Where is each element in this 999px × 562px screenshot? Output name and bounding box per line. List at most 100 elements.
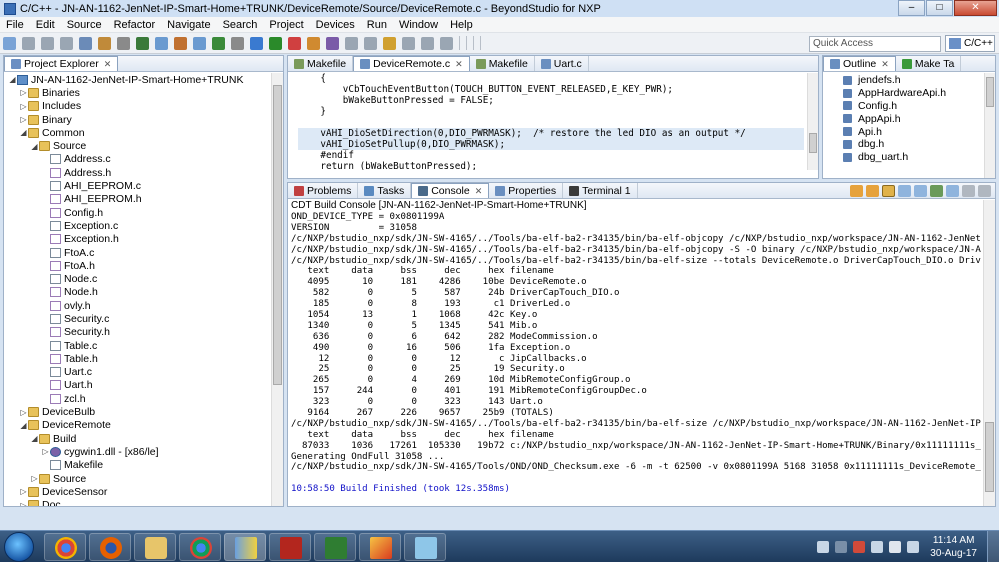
tree-item[interactable]: AHI_EEPROM.h <box>4 193 271 206</box>
save-all-icon[interactable] <box>41 36 54 50</box>
taskbar-explorer[interactable] <box>134 533 176 561</box>
tab-makefile[interactable]: Makefile <box>288 56 354 71</box>
tree-item[interactable]: ▷ Source <box>4 472 271 485</box>
tray-network-icon[interactable] <box>871 541 884 553</box>
tree-item[interactable]: Makefile <box>4 459 271 472</box>
tree-item[interactable]: FtoA.h <box>4 259 271 272</box>
word-wrap-icon[interactable] <box>882 185 895 197</box>
start-button[interactable] <box>4 532 34 562</box>
next-annotation-icon[interactable] <box>364 36 377 50</box>
close-button[interactable]: ✕ <box>954 0 997 16</box>
display-console-icon[interactable] <box>930 185 943 197</box>
expanded-arrow-icon[interactable]: ◢ <box>19 128 28 137</box>
clear-console-icon[interactable] <box>898 185 911 197</box>
new-console-icon[interactable] <box>946 185 959 197</box>
menu-item-project[interactable]: Project <box>263 19 309 31</box>
close-icon[interactable]: ✕ <box>881 59 889 70</box>
maximize-button[interactable]: □ <box>926 0 953 16</box>
tree-item[interactable]: ◢ JN-AN-1162-JenNet-IP-Smart-Home+TRUNK <box>4 73 271 86</box>
tab-problems[interactable]: Problems <box>288 183 359 198</box>
tree-item[interactable]: Uart.h <box>4 379 271 392</box>
save-icon[interactable] <box>22 36 35 50</box>
run-icon[interactable] <box>269 36 282 50</box>
collapsed-arrow-icon[interactable]: ▷ <box>19 88 28 97</box>
annotation-icon[interactable] <box>345 36 358 50</box>
menu-item-navigate[interactable]: Navigate <box>161 19 216 31</box>
tree-item[interactable]: Uart.c <box>4 366 271 379</box>
console-output[interactable]: OND_DEVICE_TYPE = 0x0801199A VERSION = 31… <box>291 212 981 506</box>
pin-editor-icon[interactable] <box>440 36 453 50</box>
outline-item[interactable]: jendefs.h <box>823 74 983 87</box>
new-folder-icon[interactable] <box>174 36 187 50</box>
tree-item[interactable]: Security.c <box>4 312 271 325</box>
menu-item-source[interactable]: Source <box>61 19 108 31</box>
menu-item-run[interactable]: Run <box>361 19 393 31</box>
print-icon[interactable] <box>60 36 73 50</box>
open-type-icon[interactable] <box>326 36 339 50</box>
tab-uart-c[interactable]: Uart.c <box>535 56 589 71</box>
code-editor[interactable]: { vCbTouchEventButton(TOUCH_BUTTON_EVENT… <box>298 73 804 170</box>
menu-item-edit[interactable]: Edit <box>30 19 61 31</box>
clock[interactable]: 11:14 AM 30-Aug-17 <box>930 534 977 560</box>
tree-item[interactable]: Table.h <box>4 352 271 365</box>
taskbar-acrobat[interactable] <box>269 533 311 561</box>
debug-config-icon[interactable] <box>231 36 244 50</box>
minimize-view-icon[interactable] <box>962 185 975 197</box>
tray-arrow-icon[interactable] <box>817 541 830 553</box>
tree-item[interactable]: Config.h <box>4 206 271 219</box>
tree-item[interactable]: Address.h <box>4 166 271 179</box>
tab-properties[interactable]: Properties <box>489 183 564 198</box>
tab-tasks[interactable]: Tasks <box>358 183 412 198</box>
new-icon[interactable] <box>3 36 16 50</box>
tree-item[interactable]: ▷ Binary <box>4 113 271 126</box>
quick-access-input[interactable]: Quick Access <box>809 36 941 52</box>
collapsed-arrow-icon[interactable]: ▷ <box>19 501 28 506</box>
outline-item[interactable]: Api.h <box>823 125 983 138</box>
new-file-icon[interactable] <box>212 36 225 50</box>
last-edit-icon[interactable] <box>421 36 434 50</box>
tray-flag-icon[interactable] <box>907 541 920 553</box>
tree-item[interactable]: ▷ DeviceSensor <box>4 485 271 498</box>
scroll-lock-icon[interactable] <box>850 185 863 197</box>
collapsed-arrow-icon[interactable]: ▷ <box>30 474 39 483</box>
collapsed-arrow-icon[interactable]: ▷ <box>19 408 28 417</box>
tree-item[interactable]: ▷ Doc <box>4 499 271 506</box>
tree-item[interactable]: ovly.h <box>4 299 271 312</box>
show-desktop-button[interactable] <box>987 531 999 562</box>
tab-makefile[interactable]: Makefile <box>470 56 535 71</box>
tray-antivirus-icon[interactable] <box>853 541 866 553</box>
taskbar-excel[interactable] <box>314 533 356 561</box>
tab-deviceremote-c[interactable]: DeviceRemote.c ✕ <box>353 56 470 71</box>
tree-item[interactable]: Security.h <box>4 326 271 339</box>
tree-item[interactable]: Exception.c <box>4 219 271 232</box>
tab-terminal-1[interactable]: Terminal 1 <box>563 183 638 198</box>
debug-icon[interactable] <box>250 36 263 50</box>
tree-item[interactable]: ▷ Includes <box>4 100 271 113</box>
menu-item-devices[interactable]: Devices <box>310 19 361 31</box>
tree-item[interactable]: Table.c <box>4 339 271 352</box>
chip-icon[interactable] <box>136 36 149 50</box>
tree-item[interactable]: Node.c <box>4 272 271 285</box>
hammer-icon[interactable] <box>98 36 111 50</box>
scrollbar-thumb[interactable] <box>809 133 817 153</box>
menu-item-search[interactable]: Search <box>217 19 264 31</box>
minimize-button[interactable]: – <box>898 0 925 16</box>
pin-icon[interactable] <box>866 185 879 197</box>
outline-item[interactable]: AppApi.h <box>823 112 983 125</box>
tree-item[interactable]: Exception.h <box>4 233 271 246</box>
close-icon[interactable]: ✕ <box>104 59 112 70</box>
outline-scrollbar[interactable] <box>984 73 995 178</box>
tree-item[interactable]: ◢ Build <box>4 432 271 445</box>
menu-item-refactor[interactable]: Refactor <box>108 19 162 31</box>
close-icon[interactable]: ✕ <box>475 186 483 197</box>
expanded-arrow-icon[interactable]: ◢ <box>30 142 39 151</box>
outline-item[interactable]: Config.h <box>823 100 983 113</box>
tree-item[interactable]: ▷ DeviceBulb <box>4 405 271 418</box>
menu-item-file[interactable]: File <box>0 19 30 31</box>
copy-icon[interactable] <box>914 185 927 197</box>
tree-item[interactable]: Node.h <box>4 286 271 299</box>
tree-item[interactable]: ◢ DeviceRemote <box>4 419 271 432</box>
tree-item[interactable]: zcl.h <box>4 392 271 405</box>
expanded-arrow-icon[interactable]: ◢ <box>19 421 28 430</box>
scrollbar-thumb[interactable] <box>985 422 994 492</box>
